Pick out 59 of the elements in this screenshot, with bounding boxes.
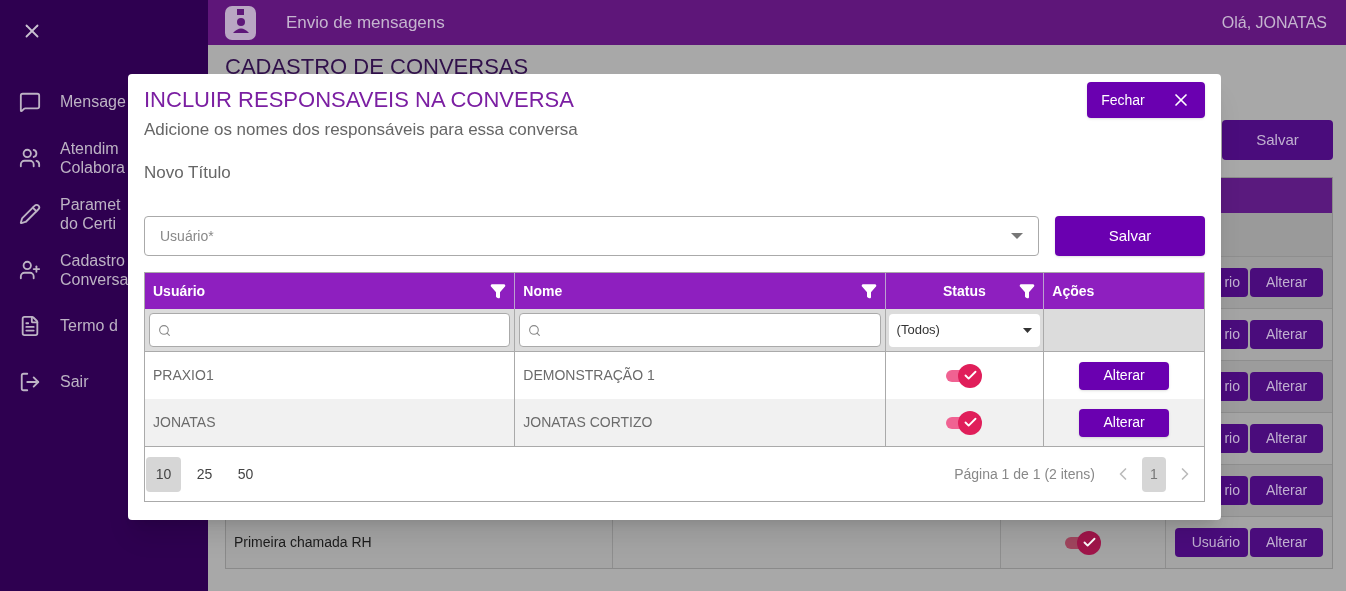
sidebar-item[interactable]: Termo d [60,316,118,335]
dropdown-caret-icon [1023,327,1033,333]
search-icon [528,323,542,337]
app-title: Envio de mensagens [286,11,445,34]
users-icon [19,146,41,169]
user-select[interactable]: Usuário* [144,216,1039,256]
page-info: Página 1 de 1 (2 itens) [954,464,1095,484]
users-button[interactable]: Usuário [1175,528,1248,557]
document-icon [19,314,41,337]
greeting: Olá, JONATAS [1221,12,1327,33]
sidebar-item[interactable]: Sair [60,372,89,391]
save-button[interactable]: Salvar [1222,120,1333,160]
dialog-subtitle: Adicione os nomes dos responsáveis para essa conversa [144,119,578,141]
page-title: CADASTRO DE CONVERSAS [225,54,530,80]
table-cell-text: JONATAS [153,413,216,432]
page-size-button[interactable]: 10 [146,456,181,492]
column-header[interactable]: Ações [1044,273,1204,309]
sidebar-item[interactable]: Mensage [60,92,126,111]
add-user-icon [19,258,41,281]
edit-button[interactable]: Alterar [1079,361,1170,390]
placeholder: Usuário* [160,226,214,246]
table-cell-text: Primeira chamada RH [234,533,372,552]
dialog-title: INCLUIR RESPONSAVEIS NA CONVERSA [144,87,575,113]
check-icon [962,415,978,430]
search-field[interactable] [519,313,881,347]
page-size-button[interactable]: 50 [228,456,263,492]
logout-icon [19,370,41,393]
check-icon [962,368,978,383]
edit-button[interactable]: Alterar [1250,268,1323,297]
chat-icon [19,90,41,113]
table-cell-text: JONATAS CORTIZO [523,413,653,432]
edit-button[interactable]: Alterar [1250,372,1323,401]
search-icon [158,323,171,337]
status-select[interactable]: (Todos) [888,313,1041,347]
table-cell-text: DEMONSTRAÇÃO 1 [523,366,655,385]
sidebar-item[interactable]: Paramet do Certi [60,194,121,233]
sidebar-item[interactable]: Cadastro Conversa [60,250,129,289]
edit-button[interactable]: Alterar [1250,528,1323,557]
edit-button[interactable]: Alterar [1250,476,1323,505]
check-icon [1081,535,1097,550]
badge-icon [224,4,257,41]
edit-button[interactable]: Alterar [1079,408,1170,437]
toggle-switch[interactable] [946,410,983,435]
filter-icon[interactable] [490,283,507,299]
edit-button[interactable]: Alterar [1250,320,1323,349]
edit-button[interactable]: Alterar [1250,424,1323,453]
toggle-switch[interactable] [946,363,983,388]
filter-icon[interactable] [860,283,877,299]
search-field[interactable] [149,313,511,347]
sidebar-item[interactable]: Atendim Colabora [60,138,125,177]
table-cell-text: PRAXIO1 [153,366,214,385]
save-button[interactable]: Salvar [1055,216,1205,256]
page-size-button[interactable]: 25 [187,456,222,492]
dropdown-caret-icon [1011,233,1023,239]
filter-icon[interactable] [1019,283,1036,299]
close-button[interactable]: Fechar [1087,82,1205,118]
conversation-title: Novo Título [144,161,232,184]
toggle-switch[interactable] [1065,530,1101,555]
pencil-icon [19,202,41,225]
